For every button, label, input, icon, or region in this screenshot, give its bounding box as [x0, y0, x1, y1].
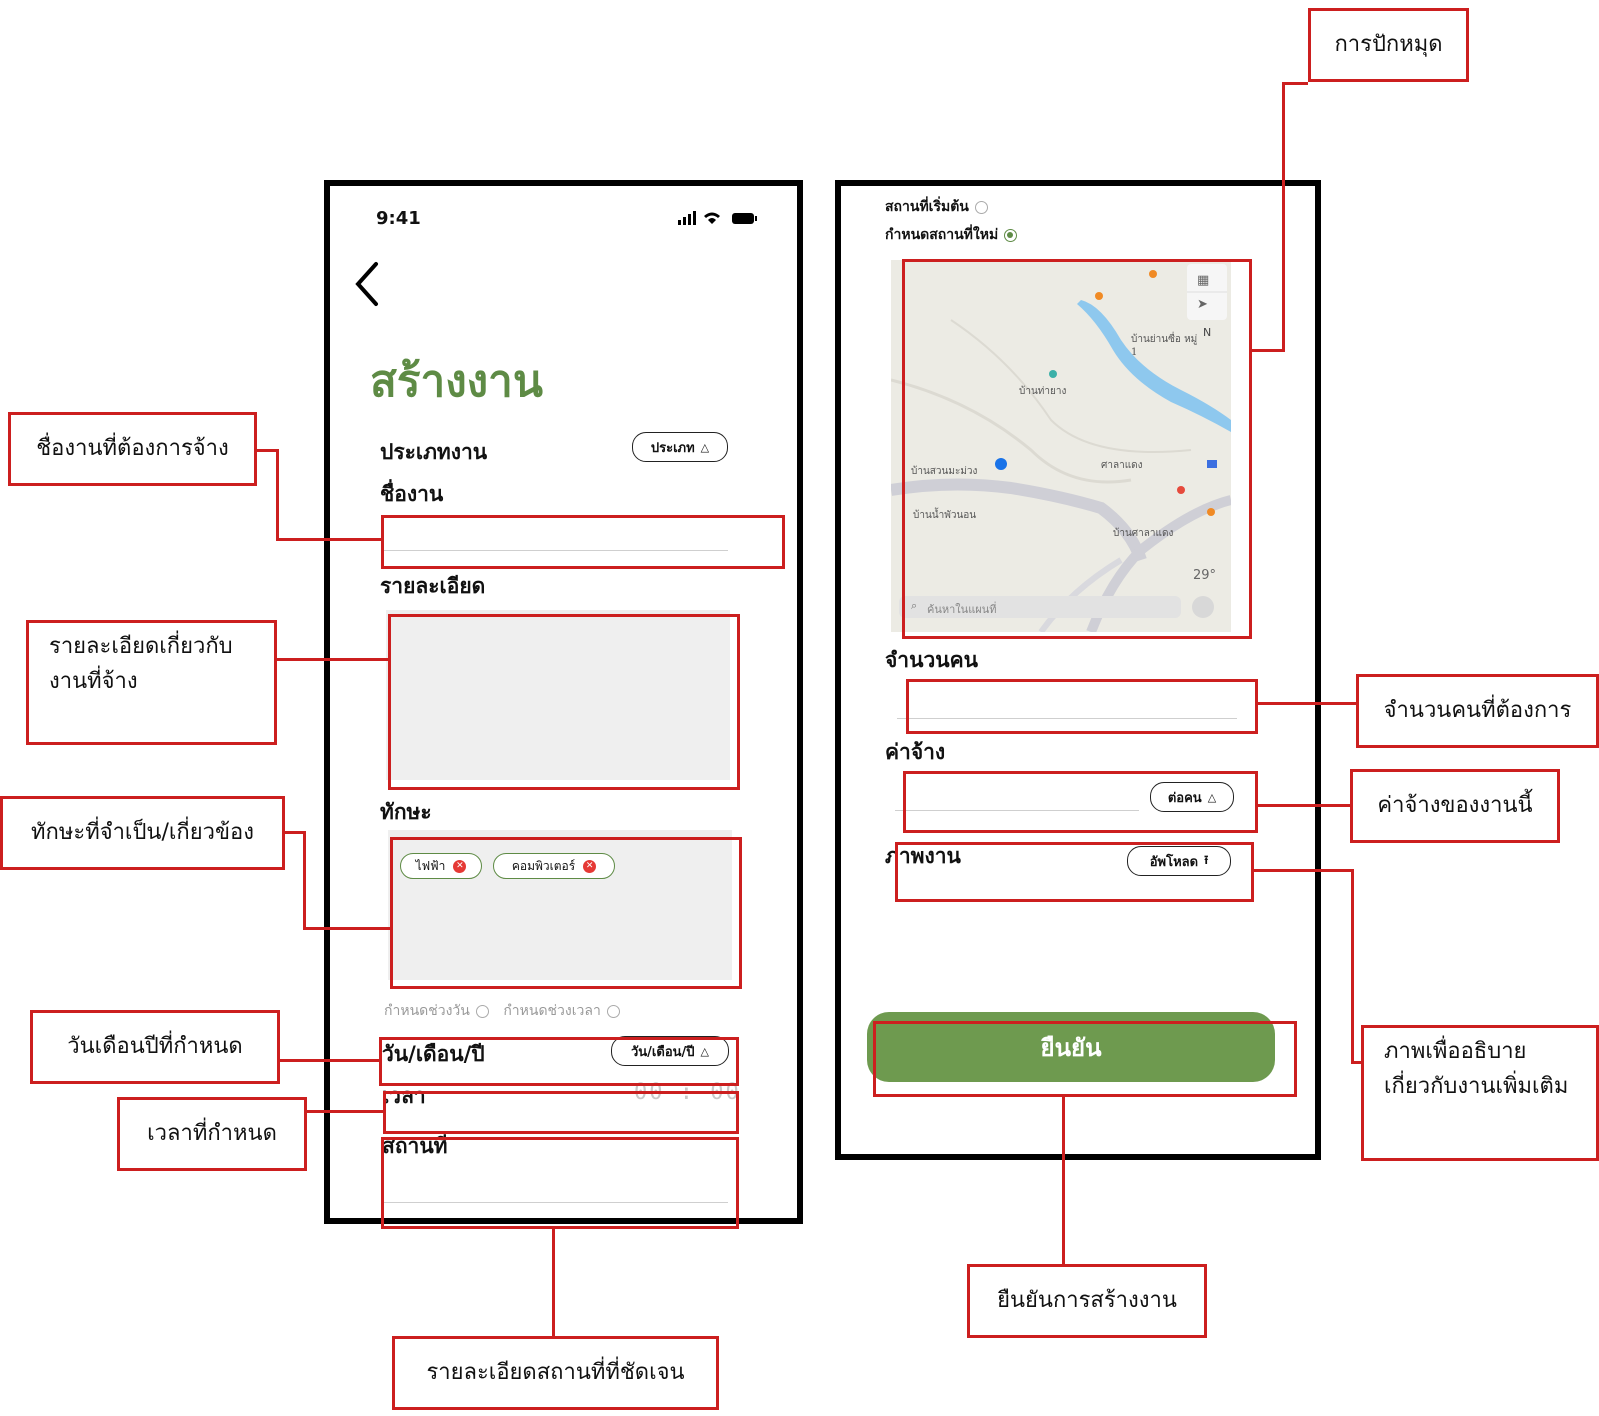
callout-job-name: ชื่องานที่ต้องการจ้าง — [8, 412, 257, 486]
connector-line — [303, 831, 306, 930]
callout-time: เวลาที่กำหนด — [117, 1097, 307, 1171]
callout-confirm: ยืนยันการสร้างงาน — [967, 1264, 1207, 1338]
connector-line — [552, 1229, 555, 1337]
back-chevron-icon[interactable] — [352, 260, 382, 313]
callout-photo: ภาพเพื่ออธิบาย เกี่ยวกับงานเพิ่มเติม — [1361, 1025, 1599, 1161]
callout-details: รายละเอียดเกี่ยวกับ งานที่จ้าง — [26, 620, 277, 745]
connector-line — [1351, 869, 1354, 1064]
connector-line — [1258, 804, 1350, 807]
skills-label: ทักษะ — [380, 800, 432, 824]
callout-pin: การปักหมุด — [1308, 8, 1469, 82]
highlight-job-name — [381, 515, 785, 569]
highlight-place — [381, 1137, 739, 1229]
connector-line — [276, 658, 389, 661]
new-place-option: กำหนดสถานที่ใหม่ — [885, 227, 999, 243]
job-type-dropdown[interactable]: ประเภท △ — [632, 432, 728, 462]
triangle-up-icon: △ — [700, 440, 710, 454]
connector-line — [1252, 349, 1285, 352]
connector-line — [306, 1110, 384, 1113]
callout-details-line: รายละเอียดเกี่ยวกับ — [49, 634, 233, 659]
new-place-row[interactable]: กำหนดสถานที่ใหม่ — [885, 224, 1018, 246]
page-title: สร้างงาน — [370, 356, 543, 407]
callout-people: จำนวนคนที่ต้องการ — [1356, 674, 1599, 748]
connector-line — [1258, 702, 1358, 705]
connector-line — [280, 1059, 380, 1062]
people-label: จำนวนคน — [885, 648, 979, 672]
start-place-row[interactable]: สถานที่เริ่มต้น — [885, 196, 988, 218]
highlight-wage — [903, 771, 1258, 833]
range-time-option[interactable]: กำหนดช่วงเวลา — [503, 1003, 601, 1019]
connector-line — [276, 449, 279, 541]
job-type-dropdown-label: ประเภท — [650, 440, 695, 456]
connector-line — [276, 538, 382, 541]
radio-start-place[interactable] — [974, 200, 988, 214]
range-date-option[interactable]: กำหนดช่วงวัน — [384, 1003, 470, 1019]
callout-place: รายละเอียดสถานที่ที่ชัดเจน — [392, 1336, 719, 1410]
callout-details-line: งานที่จ้าง — [49, 669, 138, 695]
highlight-people — [906, 679, 1258, 734]
highlight-confirm — [873, 1021, 1297, 1097]
status-icons — [678, 210, 760, 231]
radio-new-place[interactable] — [1004, 228, 1018, 242]
radio-date[interactable] — [475, 1004, 489, 1018]
connector-line — [1254, 869, 1354, 872]
highlight-details — [388, 614, 740, 790]
callout-wage: ค่าจ้างของงานนี้ — [1350, 769, 1560, 843]
highlight-skills — [390, 837, 742, 989]
callout-date: วันเดือนปีที่กำหนด — [30, 1010, 280, 1084]
highlight-date — [379, 1037, 739, 1086]
wage-label: ค่าจ้าง — [885, 740, 946, 764]
connector-line — [303, 927, 391, 930]
start-place-option: สถานที่เริ่มต้น — [885, 199, 969, 215]
connector-line — [1282, 82, 1285, 352]
radio-time[interactable] — [606, 1004, 620, 1018]
highlight-photo — [895, 842, 1254, 902]
connector-line — [1282, 82, 1308, 85]
details-label: รายละเอียด — [380, 574, 486, 598]
connector-line — [1351, 1061, 1361, 1064]
callout-skills: ทักษะที่จำเป็น/เกี่ยวข้อง — [0, 796, 285, 870]
range-options: กำหนดช่วงวัน กำหนดช่วงเวลา — [384, 1000, 620, 1022]
connector-line — [1062, 1097, 1065, 1267]
callout-photo-line: เกี่ยวกับงานเพิ่มเติม — [1384, 1074, 1569, 1100]
highlight-map — [902, 259, 1252, 639]
callout-photo-line: ภาพเพื่ออธิบาย — [1384, 1039, 1527, 1064]
job-name-label: ชื่องาน — [380, 482, 444, 506]
status-time: 9:41 — [376, 208, 421, 229]
highlight-time — [383, 1091, 739, 1134]
job-type-label: ประเภทงาน — [380, 440, 488, 464]
